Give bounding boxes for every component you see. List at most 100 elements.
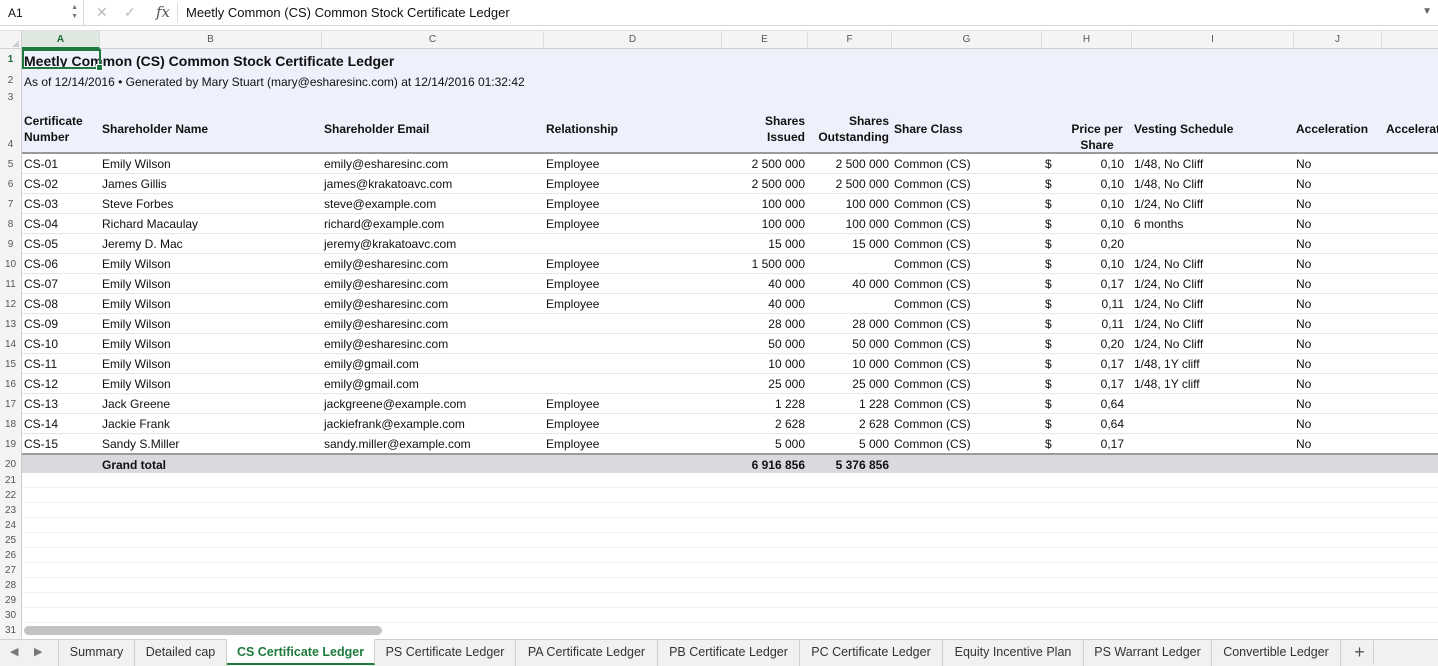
selected-cell-a1[interactable] xyxy=(22,49,103,71)
row-header-24[interactable]: 24 xyxy=(0,520,21,531)
row-header-6[interactable]: 6 xyxy=(0,179,21,190)
table-row[interactable]: CS-08 Emily Wilson emily@esharesinc.com Emp… xyxy=(22,294,1438,314)
header-shares-outstanding[interactable]: Shares Outstanding xyxy=(808,113,889,145)
prev-sheet-icon[interactable]: ◀ xyxy=(10,645,18,658)
row-header-15[interactable]: 15 xyxy=(0,359,21,370)
cell-shares-outstanding[interactable]: 50 000 xyxy=(808,337,889,351)
empty-row[interactable] xyxy=(22,578,1438,593)
row-header-2[interactable]: 2 xyxy=(0,75,21,86)
grand-total-outstanding[interactable]: 5 376 856 xyxy=(808,458,889,472)
cell-share-class[interactable]: Common (CS) xyxy=(894,337,971,351)
row-header-16[interactable]: 16 xyxy=(0,379,21,390)
cell-shares-issued[interactable]: 15 000 xyxy=(722,237,805,251)
cell-share-class[interactable]: Common (CS) xyxy=(894,437,971,451)
cell-acceleration[interactable]: No xyxy=(1296,417,1311,431)
cell-shareholder-email[interactable]: emily@esharesinc.com xyxy=(324,277,448,291)
cell-currency[interactable]: $ xyxy=(1045,377,1052,391)
next-sheet-icon[interactable]: ▶ xyxy=(34,645,42,658)
cell-vesting-schedule[interactable]: 1/24, No Cliff xyxy=(1134,337,1203,351)
cell-shares-issued[interactable]: 100 000 xyxy=(722,197,805,211)
cell-certificate-number[interactable]: CS-07 xyxy=(24,277,58,291)
column-header-b[interactable]: B xyxy=(100,31,322,49)
cell-shareholder-name[interactable]: Emily Wilson xyxy=(102,337,171,351)
cell-shares-outstanding[interactable]: 100 000 xyxy=(808,217,889,231)
cell-currency[interactable]: $ xyxy=(1045,257,1052,271)
cell-price-per-share[interactable]: 0,10 xyxy=(1062,157,1124,171)
row-header-28[interactable]: 28 xyxy=(0,580,21,591)
table-row[interactable]: CS-07 Emily Wilson emily@esharesinc.com Emp… xyxy=(22,274,1438,294)
cell-currency[interactable]: $ xyxy=(1045,237,1052,251)
cell-certificate-number[interactable]: CS-01 xyxy=(24,157,58,171)
cell-shareholder-name[interactable]: Jeremy D. Mac xyxy=(102,237,183,251)
column-header-g[interactable]: G xyxy=(892,31,1042,49)
cell-shareholder-name[interactable]: Emily Wilson xyxy=(102,357,171,371)
cell-relationship[interactable]: Employee xyxy=(546,217,599,231)
header-share-class[interactable]: Share Class xyxy=(894,121,963,137)
table-row[interactable]: CS-14 Jackie Frank jackiefrank@example.com… xyxy=(22,414,1438,434)
cell-certificate-number[interactable]: CS-10 xyxy=(24,337,58,351)
table-row[interactable]: CS-01 Emily Wilson emily@esharesinc.com Emp… xyxy=(22,154,1438,174)
cell-currency[interactable]: $ xyxy=(1045,357,1052,371)
row-header-13[interactable]: 13 xyxy=(0,319,21,330)
cell-shareholder-email[interactable]: emily@esharesinc.com xyxy=(324,257,448,271)
confirm-icon[interactable]: ✓ xyxy=(124,4,136,21)
cell-vesting-schedule[interactable]: 1/48, No Cliff xyxy=(1134,177,1203,191)
table-row[interactable]: CS-10 Emily Wilson emily@esharesinc.com 50 … xyxy=(22,334,1438,354)
cell-shares-outstanding[interactable]: 15 000 xyxy=(808,237,889,251)
row-header-25[interactable]: 25 xyxy=(0,535,21,546)
cell-share-class[interactable]: Common (CS) xyxy=(894,237,971,251)
cell-share-class[interactable]: Common (CS) xyxy=(894,177,971,191)
sheet-subtitle[interactable]: As of 12/14/2016 • Generated by Mary Stu… xyxy=(24,75,525,89)
cell-shares-issued[interactable]: 5 000 xyxy=(722,437,805,451)
empty-row[interactable] xyxy=(22,593,1438,608)
cell-currency[interactable]: $ xyxy=(1045,417,1052,431)
cell-price-per-share[interactable]: 0,64 xyxy=(1062,397,1124,411)
cell-price-per-share[interactable]: 0,10 xyxy=(1062,217,1124,231)
table-row[interactable]: CS-04 Richard Macaulay richard@example.com… xyxy=(22,214,1438,234)
tab-pc-certificate-ledger[interactable]: PC Certificate Ledger xyxy=(800,640,943,666)
cell-certificate-number[interactable]: CS-04 xyxy=(24,217,58,231)
cell-certificate-number[interactable]: CS-09 xyxy=(24,317,58,331)
cell-shares-issued[interactable]: 40 000 xyxy=(722,297,805,311)
cell-acceleration[interactable]: No xyxy=(1296,437,1311,451)
expand-formula-icon[interactable]: ▼ xyxy=(1422,6,1432,17)
row-header-20[interactable]: 20 xyxy=(0,459,21,470)
row-header-17[interactable]: 17 xyxy=(0,399,21,410)
cell-shareholder-name[interactable]: Emily Wilson xyxy=(102,257,171,271)
row-header-11[interactable]: 11 xyxy=(0,279,21,290)
cell-shares-outstanding[interactable]: 2 500 000 xyxy=(808,177,889,191)
function-icon[interactable]: fx xyxy=(156,3,170,21)
cell-vesting-schedule[interactable]: 1/24, No Cliff xyxy=(1134,257,1203,271)
empty-row[interactable] xyxy=(22,563,1438,578)
cell-vesting-schedule[interactable]: 1/48, 1Y cliff xyxy=(1134,377,1200,391)
row-header-3[interactable]: 3 xyxy=(0,92,21,103)
row-header-19[interactable]: 19 xyxy=(0,439,21,450)
cell-shareholder-name[interactable]: Emily Wilson xyxy=(102,377,171,391)
column-header-c[interactable]: C xyxy=(322,31,544,49)
cell-shares-outstanding[interactable]: 10 000 xyxy=(808,357,889,371)
cell-share-class[interactable]: Common (CS) xyxy=(894,317,971,331)
cell-acceleration[interactable]: No xyxy=(1296,357,1311,371)
cell-relationship[interactable]: Employee xyxy=(546,437,599,451)
row-header-9[interactable]: 9 xyxy=(0,239,21,250)
cancel-icon[interactable]: ✕ xyxy=(96,4,108,21)
cell-price-per-share[interactable]: 0,64 xyxy=(1062,417,1124,431)
cell-shares-outstanding[interactable]: 1 228 xyxy=(808,397,889,411)
tab-summary[interactable]: Summary xyxy=(58,640,135,666)
cell-shareholder-email[interactable]: jeremy@krakatoavc.com xyxy=(324,237,456,251)
cell-price-per-share[interactable]: 0,11 xyxy=(1062,297,1124,311)
row-header-30[interactable]: 30 xyxy=(0,610,21,621)
tab-pb-certificate-ledger[interactable]: PB Certificate Ledger xyxy=(658,640,800,666)
cell-certificate-number[interactable]: CS-02 xyxy=(24,177,58,191)
cell-relationship[interactable]: Employee xyxy=(546,397,599,411)
cell-shareholder-email[interactable]: emily@esharesinc.com xyxy=(324,157,448,171)
row-header-14[interactable]: 14 xyxy=(0,339,21,350)
cell-vesting-schedule[interactable]: 1/24, No Cliff xyxy=(1134,297,1203,311)
cell-shares-issued[interactable]: 2 628 xyxy=(722,417,805,431)
cell-share-class[interactable]: Common (CS) xyxy=(894,397,971,411)
cell-vesting-schedule[interactable]: 1/48, No Cliff xyxy=(1134,157,1203,171)
cell-price-per-share[interactable]: 0,10 xyxy=(1062,197,1124,211)
column-header-e[interactable]: E xyxy=(722,31,808,49)
empty-row[interactable] xyxy=(22,533,1438,548)
grand-total-issued[interactable]: 6 916 856 xyxy=(722,458,805,472)
